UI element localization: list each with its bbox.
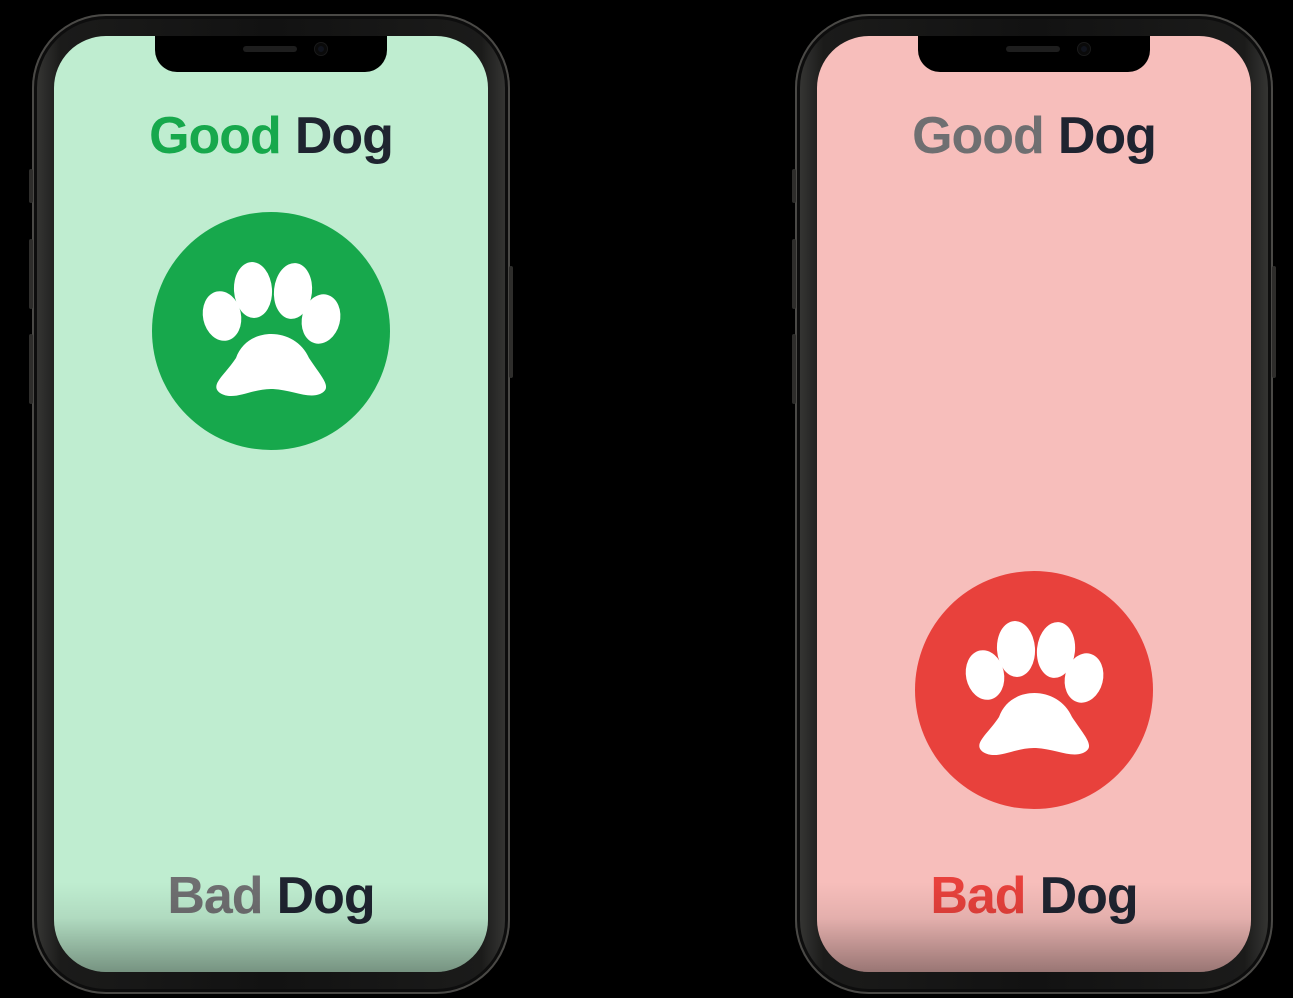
- speaker-grille: [1006, 46, 1060, 52]
- dog-word: Dog: [1039, 867, 1139, 925]
- bad-word: Bad: [930, 867, 1026, 925]
- dog-word: Dog: [276, 867, 376, 925]
- paw-icon: [152, 212, 390, 450]
- volume-down-button: [792, 334, 796, 404]
- volume-up-button: [29, 239, 33, 309]
- good-dog-option[interactable]: Good Dog: [817, 106, 1251, 166]
- volume-up-button: [792, 239, 796, 309]
- power-button: [509, 266, 513, 378]
- bad-dog-option[interactable]: Bad Dog: [817, 866, 1251, 926]
- paw-button[interactable]: [152, 212, 390, 450]
- good-word: Good: [149, 107, 282, 165]
- good-dog-option[interactable]: Good Dog: [54, 106, 488, 166]
- volume-down-button: [29, 334, 33, 404]
- good-word: Good: [912, 107, 1045, 165]
- dog-word: Dog: [1057, 107, 1157, 165]
- app-screen: Good Dog Bad Dog: [817, 36, 1251, 972]
- notch: [918, 36, 1150, 72]
- paw-icon: [915, 571, 1153, 809]
- front-camera: [315, 43, 327, 55]
- bad-word: Bad: [167, 867, 263, 925]
- bad-dog-option[interactable]: Bad Dog: [54, 866, 488, 926]
- power-button: [1272, 266, 1276, 378]
- paw-button[interactable]: [915, 571, 1153, 809]
- dog-word: Dog: [294, 107, 394, 165]
- phone-bad-state: Good Dog Bad Dog: [792, 14, 1276, 994]
- silent-switch: [792, 169, 796, 203]
- speaker-grille: [243, 46, 297, 52]
- app-screen: Good Dog Bad Dog: [54, 36, 488, 972]
- phone-good-state: Good Dog Bad Dog: [29, 14, 513, 994]
- silent-switch: [29, 169, 33, 203]
- notch: [155, 36, 387, 72]
- front-camera: [1078, 43, 1090, 55]
